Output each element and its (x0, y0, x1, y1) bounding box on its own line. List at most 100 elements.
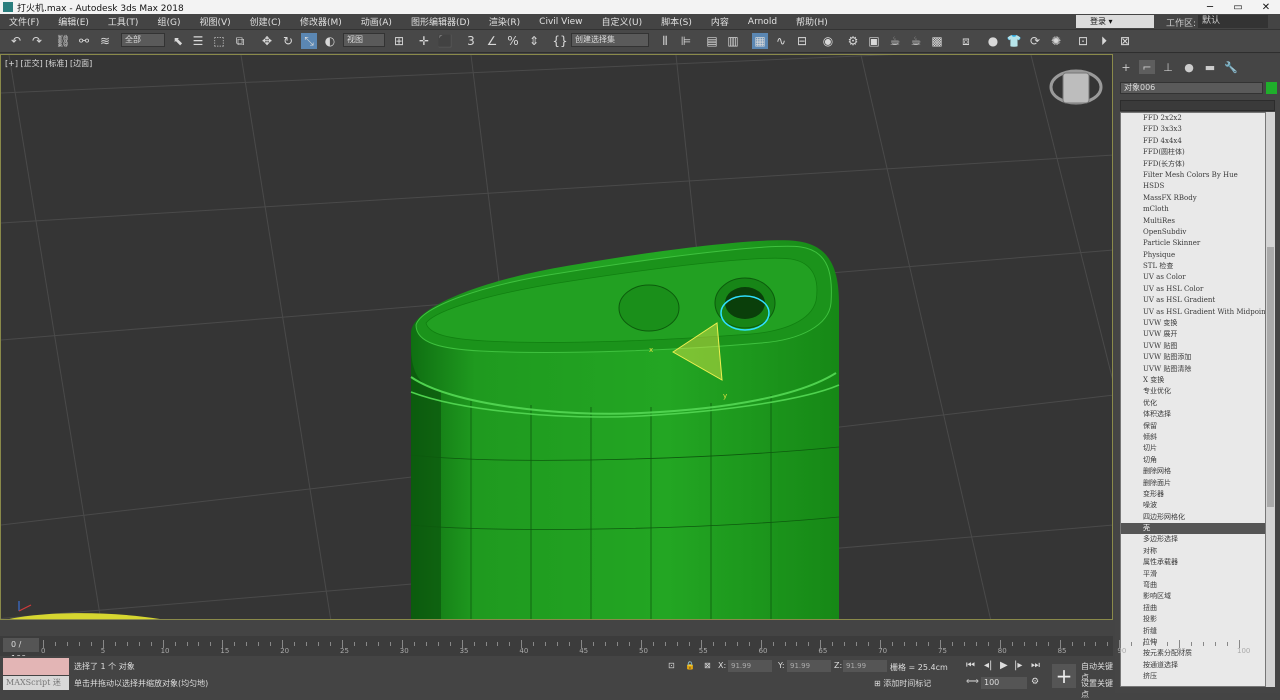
modifier-list-item[interactable]: 切片 (1121, 443, 1265, 454)
menu-edit[interactable]: 编辑(E) (49, 15, 99, 28)
modifier-list-item[interactable]: 壳 (1121, 523, 1265, 535)
modifier-list-item[interactable]: 影响区域 (1121, 591, 1265, 602)
layer-explorer-icon[interactable]: ▥ (725, 33, 741, 49)
isolate-icon[interactable]: ⊡ (668, 661, 675, 670)
modifier-list-item[interactable]: 优化 (1121, 398, 1265, 409)
modifier-list-item[interactable]: 按通道选择 (1121, 660, 1265, 671)
menu-civil-view[interactable]: Civil View (530, 17, 592, 27)
named-selection-dropdown[interactable]: 创建选择集 (571, 33, 649, 47)
render-production-icon[interactable]: ☕ (887, 33, 903, 49)
menu-file[interactable]: 文件(F) (0, 15, 49, 28)
modifier-list-item[interactable]: 扭曲 (1121, 603, 1265, 614)
modifier-list-item[interactable]: UV as HSL Gradient With Midpoint (1121, 307, 1265, 318)
modifier-list-item[interactable]: UV as HSL Color (1121, 284, 1265, 295)
lock-selection-icon[interactable]: ⧈ (958, 33, 974, 49)
modifier-list-item[interactable]: FFD(圆柱体) (1121, 147, 1265, 158)
next-frame-icon[interactable]: |▸ (1014, 660, 1022, 671)
modifier-list-item[interactable]: X 变换 (1121, 375, 1265, 386)
modifier-list-item[interactable]: 体积选择 (1121, 409, 1265, 420)
x-coord-field[interactable]: 91.99 (728, 660, 772, 672)
lock-icon[interactable]: 🔒 (685, 661, 695, 670)
minimize-button[interactable]: ─ (1196, 2, 1224, 13)
link-icon[interactable]: ⛓ (55, 33, 71, 49)
modifier-list-item[interactable]: MassFX RBody (1121, 193, 1265, 204)
modifier-list-item[interactable]: 倾斜 (1121, 432, 1265, 443)
menu-group[interactable]: 组(G) (148, 15, 190, 28)
modifier-list-item[interactable]: OpenSubdiv (1121, 227, 1265, 238)
pivot-center-icon[interactable]: ⊞ (391, 33, 407, 49)
object-color-swatch[interactable] (1266, 82, 1277, 94)
scale-icon[interactable]: ⤡ (301, 33, 317, 49)
undo-icon[interactable]: ↶ (8, 33, 24, 49)
modifier-list-dropdown[interactable] (1120, 100, 1275, 111)
modifier-list-item[interactable]: 切角 (1121, 455, 1265, 466)
modifier-list-item[interactable]: 折缝 (1121, 626, 1265, 637)
snap-3d-icon[interactable]: 3 (463, 33, 479, 49)
modifier-list-item[interactable]: 投影 (1121, 614, 1265, 625)
render-iterate-icon[interactable]: ⊠ (1117, 33, 1133, 49)
track-bar[interactable]: 0 5 10 15 20 25 30 35 40 45 50 55 60 65 70 75 80 85 90 95 10… (40, 636, 1250, 656)
shirt-icon[interactable]: 👕 (1006, 33, 1022, 49)
menu-scripting[interactable]: 脚本(S) (652, 15, 702, 28)
modifier-list-item[interactable]: UVW 变换 (1121, 318, 1265, 329)
modifier-list-item[interactable]: 删除网格 (1121, 466, 1265, 477)
login-dropdown[interactable]: 登录 ▾ (1076, 15, 1154, 28)
modifier-list-item[interactable]: MultiRes (1121, 216, 1265, 227)
unlink-icon[interactable]: ⚯ (76, 33, 92, 49)
rotate-icon[interactable]: ↻ (280, 33, 296, 49)
menu-graph-editors[interactable]: 图形编辑器(D) (402, 15, 480, 28)
maxscript-mini-listener[interactable]: MAXScript 迷 (3, 676, 69, 690)
redo-icon[interactable]: ↷ (29, 33, 45, 49)
add-time-tag[interactable]: ⊞ 添加时间标记 (874, 678, 931, 689)
scrollbar-thumb[interactable] (1267, 247, 1274, 507)
modifier-list-item[interactable]: mCloth (1121, 204, 1265, 215)
modifier-list-item[interactable]: Physique (1121, 250, 1265, 261)
scene-explorer-icon[interactable]: ▤ (704, 33, 720, 49)
modifier-list-item[interactable]: STL 检查 (1121, 261, 1265, 272)
modifier-list-item[interactable]: 保留 (1121, 421, 1265, 432)
goto-end-icon[interactable]: ⏭ (1031, 660, 1040, 671)
viewport[interactable]: y x [+] [正交] [标准] [边面] (0, 54, 1113, 620)
set-key-button[interactable]: 设置关键点 (1081, 678, 1113, 700)
modifier-list-item[interactable]: 噪波 (1121, 500, 1265, 511)
modifier-list-item[interactable]: UVW 贴图添加 (1121, 352, 1265, 363)
modifier-list-item[interactable]: 弯曲 (1121, 580, 1265, 591)
menu-help[interactable]: 帮助(H) (787, 15, 838, 28)
ref-coord-dropdown[interactable]: 视图 (343, 33, 385, 47)
render-setup-icon[interactable]: ⚙ (845, 33, 861, 49)
current-frame-field[interactable]: 100 (981, 677, 1027, 689)
particle-icon[interactable]: ✺ (1048, 33, 1064, 49)
modifier-list[interactable]: FFD 2x2x2 FFD 3x3x3 FFD 4x4x4 FFD(圆柱体) FFD(长… (1120, 112, 1266, 687)
bind-space-warp-icon[interactable]: ≋ (97, 33, 113, 49)
modifier-list-item[interactable]: UVW 贴图 (1121, 341, 1265, 352)
edit-named-sel-icon[interactable]: {} (552, 33, 568, 49)
modifier-list-item[interactable]: 对称 (1121, 546, 1265, 557)
modifier-list-item[interactable]: 四边形网格化 (1121, 512, 1265, 523)
modifier-list-scrollbar[interactable] (1266, 112, 1275, 687)
z-coord-field[interactable]: 91.99 (843, 660, 887, 672)
snap-tool-icon[interactable]: ⟳ (1027, 33, 1043, 49)
key-mode-icon[interactable]: ⟺ (966, 677, 979, 687)
time-slider[interactable]: 0 / 100 (3, 638, 39, 663)
hierarchy-tab-icon[interactable]: ⊥ (1160, 60, 1176, 74)
material-editor-icon[interactable]: ◉ (820, 33, 836, 49)
menu-create[interactable]: 创建(C) (241, 15, 291, 28)
workspace-dropdown[interactable]: 默认 (1198, 15, 1268, 28)
window-crossing-icon[interactable]: ⧉ (232, 33, 248, 49)
sphere-icon[interactable]: ● (985, 33, 1001, 49)
align-icon[interactable]: ⊫ (678, 33, 694, 49)
modifier-list-item[interactable]: HSDS (1121, 181, 1265, 192)
create-tab-icon[interactable]: + (1118, 60, 1134, 74)
menu-arnold[interactable]: Arnold (739, 17, 787, 27)
modifier-list-item[interactable]: UV as HSL Gradient (1121, 295, 1265, 306)
maxscript-listener[interactable] (3, 658, 69, 675)
time-config-icon[interactable]: ⚙ (1031, 677, 1039, 687)
abs-mode-icon[interactable]: ⊠ (704, 661, 711, 670)
modifier-list-item[interactable]: 多边形选择 (1121, 534, 1265, 545)
prev-frame-icon[interactable]: ◂| (984, 660, 992, 671)
motion-tab-icon[interactable]: ● (1181, 60, 1197, 74)
menu-customize[interactable]: 自定义(U) (593, 15, 653, 28)
menu-modifiers[interactable]: 修改器(M) (291, 15, 352, 28)
close-button[interactable]: ✕ (1252, 2, 1280, 13)
modifier-list-item[interactable]: Filter Mesh Colors By Hue (1121, 170, 1265, 181)
